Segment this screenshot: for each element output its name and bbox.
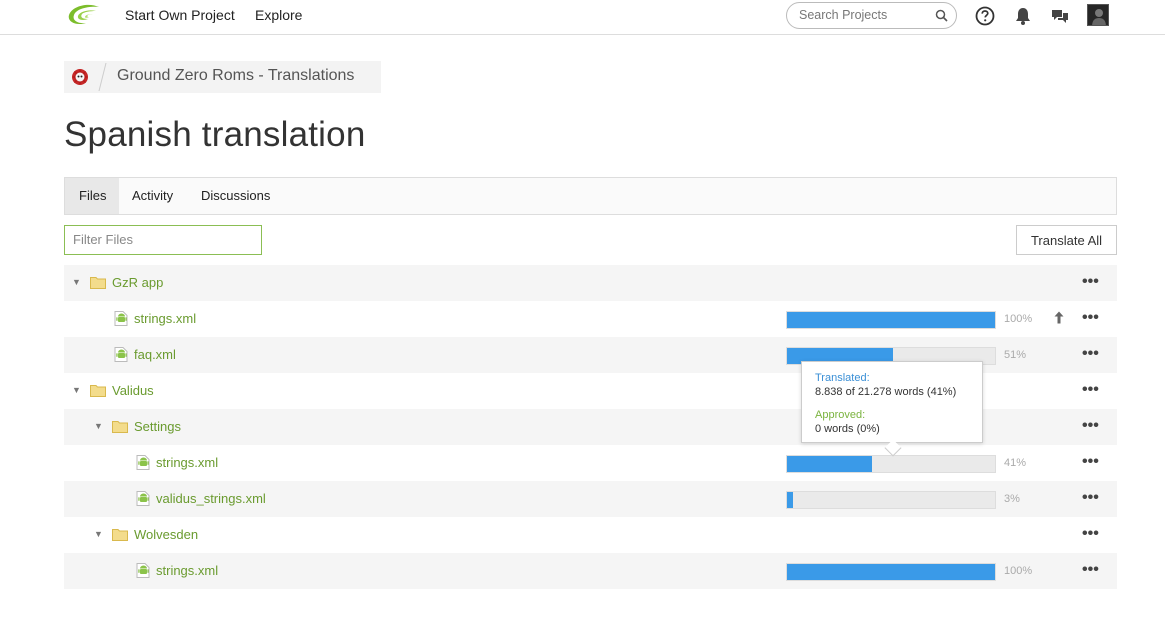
android-file-icon [136,455,150,470]
file-name[interactable]: strings.xml [156,455,218,470]
file-name[interactable]: faq.xml [134,347,176,362]
breadcrumb-separator [98,63,107,91]
search-input[interactable] [799,8,929,22]
collapse-toggle-icon[interactable]: ▼ [72,385,81,395]
progress-bar-fill [787,492,794,508]
progress-percent: 100% [1004,565,1033,577]
folder-icon [90,385,106,397]
tooltip-translated-value: 8.838 of 21.278 words (41%) [815,386,957,398]
progress-percent: 51% [1004,349,1027,361]
android-file-icon [136,563,150,578]
file-row[interactable]: validus_strings.xml 3% ••• [64,481,1117,517]
row-menu-icon[interactable]: ••• [1082,309,1099,327]
upload-arrow-icon[interactable] [1054,311,1064,324]
row-menu-icon[interactable]: ••• [1082,489,1099,507]
filter-files-input[interactable] [73,232,253,247]
progress-bar[interactable] [786,563,996,581]
collapse-toggle-icon[interactable]: ▼ [72,277,81,287]
folder-icon [112,529,128,541]
filter-box[interactable] [64,225,262,255]
bell-icon[interactable] [1012,5,1034,27]
folder-row[interactable]: ▼ GzR app ••• [64,265,1117,301]
progress-bar[interactable] [786,491,996,509]
row-menu-icon[interactable]: ••• [1082,345,1099,363]
tab-discussions[interactable]: Discussions [187,178,284,214]
android-file-icon [114,347,128,362]
row-menu-icon[interactable]: ••• [1082,273,1099,291]
file-row[interactable]: strings.xml 100% ••• [64,301,1117,337]
project-avatar-icon[interactable] [68,65,92,89]
row-menu-icon[interactable]: ••• [1082,561,1099,579]
tabs-bar: Files Activity Discussions [64,177,1117,215]
tooltip-approved-value: 0 words (0%) [815,423,880,435]
file-name[interactable]: strings.xml [156,563,218,578]
breadcrumb-project[interactable]: Ground Zero Roms - Translations [117,67,354,85]
search-icon[interactable] [935,9,948,22]
file-name[interactable]: validus_strings.xml [156,491,266,506]
folder-name[interactable]: Settings [134,419,181,434]
folder-icon [90,277,106,289]
collapse-toggle-icon[interactable]: ▼ [94,421,103,431]
row-menu-icon[interactable]: ••• [1082,525,1099,543]
row-menu-icon[interactable]: ••• [1082,417,1099,435]
page-title: Spanish translation [64,115,366,154]
search-box[interactable] [786,2,957,29]
breadcrumb: Ground Zero Roms - Translations [64,61,381,93]
collapse-toggle-icon[interactable]: ▼ [94,529,103,539]
file-row[interactable]: strings.xml 41% ••• [64,445,1117,481]
tab-activity[interactable]: Activity [118,178,187,214]
tab-files[interactable]: Files [65,178,119,214]
nav-start-own-project[interactable]: Start Own Project [125,7,235,23]
progress-bar-fill [787,312,995,328]
progress-bar-fill [787,564,995,580]
android-file-icon [136,491,150,506]
help-icon[interactable] [974,5,996,27]
folder-name[interactable]: GzR app [112,275,163,290]
progress-percent: 41% [1004,457,1027,469]
folder-row[interactable]: ▼ Wolvesden ••• [64,517,1117,553]
progress-bar[interactable] [786,311,996,329]
row-menu-icon[interactable]: ••• [1082,381,1099,399]
file-name[interactable]: strings.xml [134,311,196,326]
tooltip-approved-label: Approved: [815,409,866,421]
crowdin-logo-icon[interactable] [66,3,102,27]
tooltip-translated-label: Translated: [815,372,870,384]
user-avatar-image [1088,5,1108,25]
folder-icon [112,421,128,433]
row-menu-icon[interactable]: ••• [1082,453,1099,471]
folder-name[interactable]: Validus [112,383,154,398]
user-avatar[interactable] [1087,4,1109,26]
chat-icon[interactable] [1049,5,1071,27]
progress-bar[interactable] [786,455,996,473]
top-bar: Start Own Project Explore [0,0,1165,35]
file-row[interactable]: strings.xml 100% ••• [64,553,1117,589]
translate-all-button[interactable]: Translate All [1016,225,1117,255]
android-file-icon [114,311,128,326]
progress-percent: 100% [1004,313,1033,325]
nav-explore[interactable]: Explore [255,7,302,23]
folder-name[interactable]: Wolvesden [134,527,198,542]
progress-tooltip: Translated: 8.838 of 21.278 words (41%) … [801,361,983,457]
progress-percent: 3% [1004,493,1020,505]
progress-bar-fill [787,456,873,472]
